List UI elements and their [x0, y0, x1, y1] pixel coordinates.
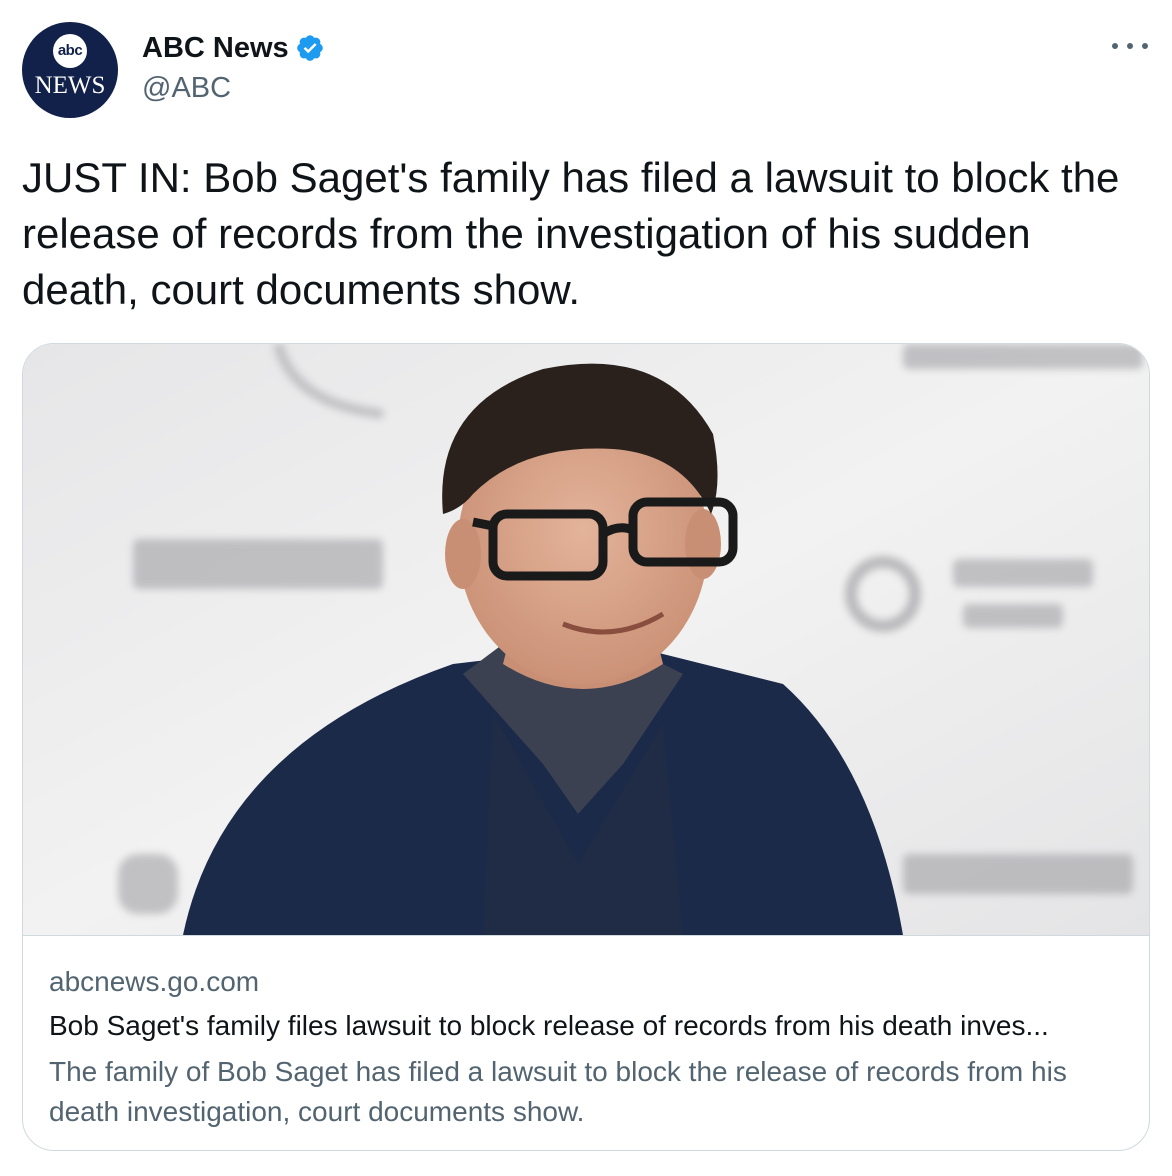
tweet-text: JUST IN: Bob Saget's family has filed a …: [22, 154, 1120, 313]
article-photo[interactable]: [23, 344, 1150, 935]
verified-badge-icon: [296, 35, 323, 61]
card-divider: [23, 935, 1149, 936]
dot: [1112, 43, 1118, 49]
tweet-header: abc NEWS ABC News @ABC: [20, 20, 1152, 120]
card-domain: abcnews.go.com: [49, 966, 260, 997]
avatar-news-label: NEWS: [34, 72, 106, 99]
dot: [1127, 43, 1133, 49]
link-card[interactable]: abcnews.go.com Bob Saget's family files …: [22, 343, 1150, 1151]
dot: [1142, 43, 1148, 49]
abc-logo: abc: [53, 34, 87, 68]
more-dots-icon[interactable]: [1112, 34, 1148, 58]
avatar[interactable]: abc NEWS: [22, 22, 118, 118]
name-row: ABC News: [142, 30, 325, 66]
card-title[interactable]: Bob Saget's family files lawsuit to bloc…: [49, 1010, 1129, 1042]
display-name[interactable]: ABC News: [142, 32, 289, 65]
user-handle[interactable]: @ABC: [142, 72, 231, 105]
card-description: The family of Bob Saget has filed a laws…: [49, 1056, 1067, 1127]
